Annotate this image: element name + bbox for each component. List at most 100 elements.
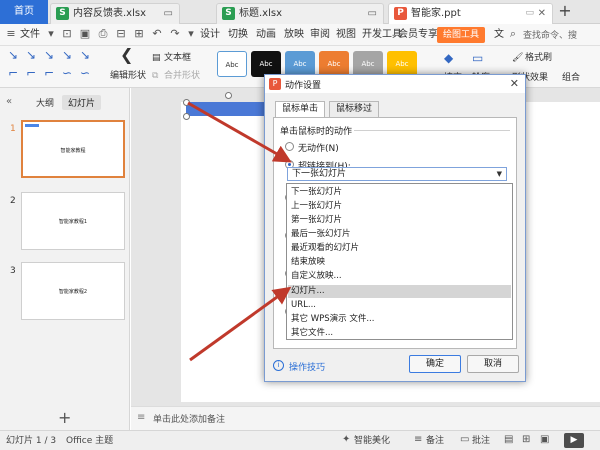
reading-view-icon[interactable]: ▣ xyxy=(540,434,549,445)
shape-style-white[interactable]: Abc xyxy=(217,51,247,77)
normal-view-icon[interactable]: ▤ xyxy=(504,434,513,445)
notes-placeholder: 单击此处添加备注 xyxy=(153,415,226,425)
menu-view[interactable]: 视图 xyxy=(336,28,356,42)
collapse-icon[interactable]: « xyxy=(6,96,12,107)
menu-file[interactable]: 文件 xyxy=(20,28,40,42)
menu-transition[interactable]: 切换 xyxy=(228,28,248,42)
resize-handle[interactable] xyxy=(183,113,190,120)
connector-icon[interactable]: ↘ xyxy=(62,48,72,62)
outline-icon[interactable]: ▭ xyxy=(472,52,483,64)
preview-icon[interactable]: ⊟ xyxy=(114,27,128,41)
slide-number: 2 xyxy=(10,196,16,206)
doc-tab-ppt[interactable]: P 智能家.ppt ▭ ✕ xyxy=(388,3,553,25)
elbow-connector-icon[interactable]: ⌐ xyxy=(26,66,36,80)
menu-animation[interactable]: 动画 xyxy=(256,28,276,42)
dialog-titlebar[interactable]: P 动作设置 ✕ xyxy=(265,75,525,93)
add-slide-button[interactable]: + xyxy=(58,408,71,427)
format-painter-icon: 🖌 xyxy=(512,53,524,63)
slide-thumbnail-2[interactable]: 智能家教程1 xyxy=(21,192,125,250)
radio-no-action[interactable] xyxy=(285,142,294,151)
tab-mouse-click[interactable]: 鼠标单击 xyxy=(275,101,326,118)
open-icon[interactable]: ⊡ xyxy=(60,27,74,41)
play-button[interactable]: ▶ xyxy=(564,433,584,448)
redo-icon[interactable]: ↷ xyxy=(168,27,182,41)
dropdown-item[interactable]: URL... xyxy=(291,299,316,311)
menu-review[interactable]: 审阅 xyxy=(310,28,330,42)
tab-bar: 首页 S 内容反馈表.xlsx ▭ S 标题.xlsx ▭ P 智能家.ppt … xyxy=(0,0,600,25)
chevron-down-icon[interactable]: ▾ xyxy=(44,27,58,41)
notes-area[interactable]: ≡ 单击此处添加备注 xyxy=(131,406,600,430)
tab-mouse-over[interactable]: 鼠标移过 xyxy=(329,101,380,117)
home-tab[interactable]: 首页 xyxy=(0,0,48,24)
cancel-button[interactable]: 取消 xyxy=(467,355,519,373)
paste-icon[interactable]: ⊞ xyxy=(132,27,146,41)
monitor-icon: ▭ xyxy=(163,8,173,19)
resize-handle[interactable] xyxy=(183,99,190,106)
doc-tab-feedback[interactable]: S 内容反馈表.xlsx ▭ xyxy=(50,3,180,24)
notes-icon: ≡ xyxy=(137,412,146,423)
format-painter-button[interactable]: 格式刷 xyxy=(525,52,552,64)
group-label: 单击鼠标时的动作 xyxy=(280,127,353,137)
slide-panel: « 大纲 幻灯片 1 智能家教程 2 智能家教程1 3 智能家教程2 + xyxy=(0,88,130,430)
beautify-icon: ✦ xyxy=(342,434,351,445)
presentation-icon: P xyxy=(394,7,407,20)
dropdown-item[interactable]: 上一张幻灯片 xyxy=(291,200,342,212)
chevron-down-icon[interactable]: ▾ xyxy=(184,27,198,41)
menu-developer[interactable]: 开发工具 xyxy=(362,28,402,42)
menu-design[interactable]: 设计 xyxy=(200,28,220,42)
tips-link[interactable]: 操作技巧 xyxy=(289,360,325,373)
rotate-handle[interactable] xyxy=(225,92,232,99)
connector-icon[interactable]: ↘ xyxy=(8,48,18,62)
curve-connector-icon[interactable]: ∽ xyxy=(80,66,90,80)
curve-connector-icon[interactable]: ∽ xyxy=(62,66,72,80)
dropdown-item[interactable]: 最后一张幻灯片 xyxy=(291,228,351,240)
dropdown-item[interactable]: 其它文件... xyxy=(291,327,333,339)
print-icon[interactable]: ⎙ xyxy=(96,27,110,41)
theme-name[interactable]: Office 主题 xyxy=(66,435,113,447)
hamburger-icon[interactable]: ≡ xyxy=(4,27,18,41)
menu-member[interactable]: 会员专享 xyxy=(398,28,438,42)
group-button[interactable]: 组合 xyxy=(562,72,580,84)
ok-button[interactable]: 确定 xyxy=(409,355,461,373)
add-tab-button[interactable]: + xyxy=(556,2,574,20)
tab-outline[interactable]: 大纲 xyxy=(36,96,54,109)
menu-text-tools[interactable]: 文 xyxy=(494,28,504,42)
monitor-icon: ▭ xyxy=(525,8,534,18)
sorter-view-icon[interactable]: ⊞ xyxy=(522,434,530,445)
save-icon[interactable]: ▣ xyxy=(78,27,92,41)
fill-icon[interactable]: ◆ xyxy=(444,52,453,64)
dropdown-item[interactable]: 自定义放映... xyxy=(291,270,342,282)
elbow-connector-icon[interactable]: ⌐ xyxy=(8,66,18,80)
undo-icon[interactable]: ↶ xyxy=(150,27,164,41)
elbow-connector-icon[interactable]: ⌐ xyxy=(44,66,54,80)
dropdown-item[interactable]: 第一张幻灯片 xyxy=(291,214,342,226)
connector-icon[interactable]: ↘ xyxy=(44,48,54,62)
tab-slides[interactable]: 幻灯片 xyxy=(62,95,102,110)
hyperlink-target-select[interactable]: 下一张幻灯片 ▼ xyxy=(287,167,507,181)
monitor-icon: ▭ xyxy=(367,8,377,19)
doc-tab-title[interactable]: S 标题.xlsx ▭ xyxy=(216,3,384,24)
tab-drawing-tools[interactable]: 绘图工具 xyxy=(437,27,485,43)
edit-shape-button[interactable]: 编辑形状 xyxy=(110,70,146,82)
slide-thumbnail-3[interactable]: 智能家教程2 xyxy=(21,262,125,320)
menu-slideshow[interactable]: 放映 xyxy=(284,28,304,42)
notes-toggle-button[interactable]: 备注 xyxy=(426,435,444,447)
connector-icon[interactable]: ↘ xyxy=(80,48,90,62)
dropdown-item[interactable]: 其它 WPS演示 文件... xyxy=(291,313,374,325)
merge-shape-button[interactable]: 合并形状 xyxy=(164,70,200,82)
search-icon[interactable]: ⌕ xyxy=(506,27,520,41)
comments-button[interactable]: 批注 xyxy=(472,435,490,447)
slide-thumbnail-1[interactable]: 智能家教程 xyxy=(21,120,125,178)
command-search[interactable]: 查找命令、搜 xyxy=(523,28,577,41)
dropdown-item[interactable]: 最近观看的幻灯片 xyxy=(291,242,359,254)
dropdown-item[interactable]: 结束放映 xyxy=(291,256,325,268)
dropdown-item-selected[interactable]: 幻灯片... xyxy=(291,285,325,297)
dropdown-item[interactable]: 下一张幻灯片 xyxy=(291,186,342,198)
smart-beautify-button[interactable]: 智能美化 xyxy=(354,435,390,447)
connector-icon[interactable]: ↘ xyxy=(26,48,36,62)
chevron-down-icon: ▼ xyxy=(496,170,502,178)
textbox-button[interactable]: 文本框 xyxy=(164,52,191,64)
close-icon[interactable]: ✕ xyxy=(510,77,519,90)
close-icon[interactable]: ✕ xyxy=(538,4,546,23)
slide-thumbnail-text: 智能家教程1 xyxy=(58,219,88,225)
